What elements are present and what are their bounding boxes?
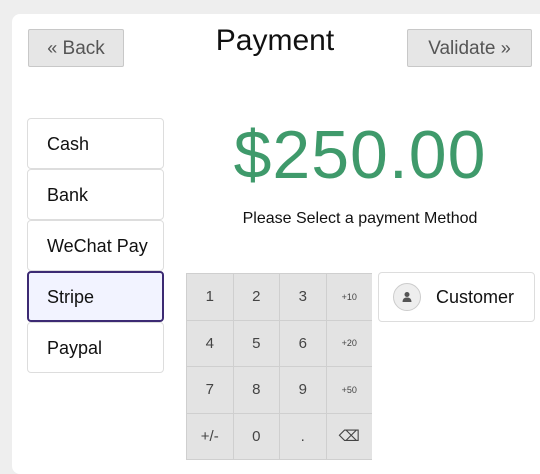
payment-hint: Please Select a payment Method xyxy=(242,210,478,227)
customer-label: Customer xyxy=(436,286,515,307)
numpad-key-8[interactable]: 8 xyxy=(233,367,279,413)
numpad-key-7[interactable]: 7 xyxy=(187,367,233,413)
payment-method-bank[interactable]: Bank xyxy=(27,169,164,220)
payment-method-paypal[interactable]: Paypal xyxy=(27,322,164,373)
numpad-key-2[interactable]: 2 xyxy=(233,274,279,320)
payment-method-list: Cash Bank WeChat Pay Stripe Paypal xyxy=(27,118,164,373)
backspace-icon[interactable]: ⌫ xyxy=(326,413,372,459)
numpad-key-0[interactable]: 0 xyxy=(233,413,279,459)
double-chevron-left-icon: « xyxy=(47,38,58,58)
user-icon xyxy=(393,283,421,311)
numpad-key-3[interactable]: 3 xyxy=(280,274,326,320)
customer-button[interactable]: Customer xyxy=(378,272,535,322)
user-icon-glyph xyxy=(402,292,412,302)
validate-label: Validate xyxy=(428,38,496,59)
payment-method-cash[interactable]: Cash xyxy=(27,118,164,169)
numpad-key-decimal[interactable]: . xyxy=(280,413,326,459)
validate-button[interactable]: Validate » xyxy=(407,29,532,67)
page-title: Payment xyxy=(215,24,335,57)
numpad-key-plus50[interactable]: +50 xyxy=(326,367,372,413)
numpad-key-plus20[interactable]: +20 xyxy=(326,320,372,366)
double-chevron-right-icon: » xyxy=(500,38,511,58)
numpad-key-4[interactable]: 4 xyxy=(187,320,233,366)
numpad-key-1[interactable]: 1 xyxy=(187,274,233,320)
numpad-key-6[interactable]: 6 xyxy=(280,320,326,366)
back-label: Back xyxy=(62,38,105,59)
payment-method-stripe[interactable]: Stripe xyxy=(27,271,164,322)
numpad-key-plus10[interactable]: +10 xyxy=(326,274,372,320)
numpad-key-5[interactable]: 5 xyxy=(233,320,279,366)
numpad-key-9[interactable]: 9 xyxy=(280,367,326,413)
amount-due: $250.00 xyxy=(233,117,487,193)
payment-method-wechat-pay[interactable]: WeChat Pay xyxy=(27,220,164,271)
numpad: 1 2 3 +10 4 5 6 +20 7 8 9 +50 +/- 0 . ⌫ xyxy=(186,273,372,460)
numpad-key-plus-minus[interactable]: +/- xyxy=(187,413,233,459)
back-button[interactable]: « Back xyxy=(28,29,124,67)
